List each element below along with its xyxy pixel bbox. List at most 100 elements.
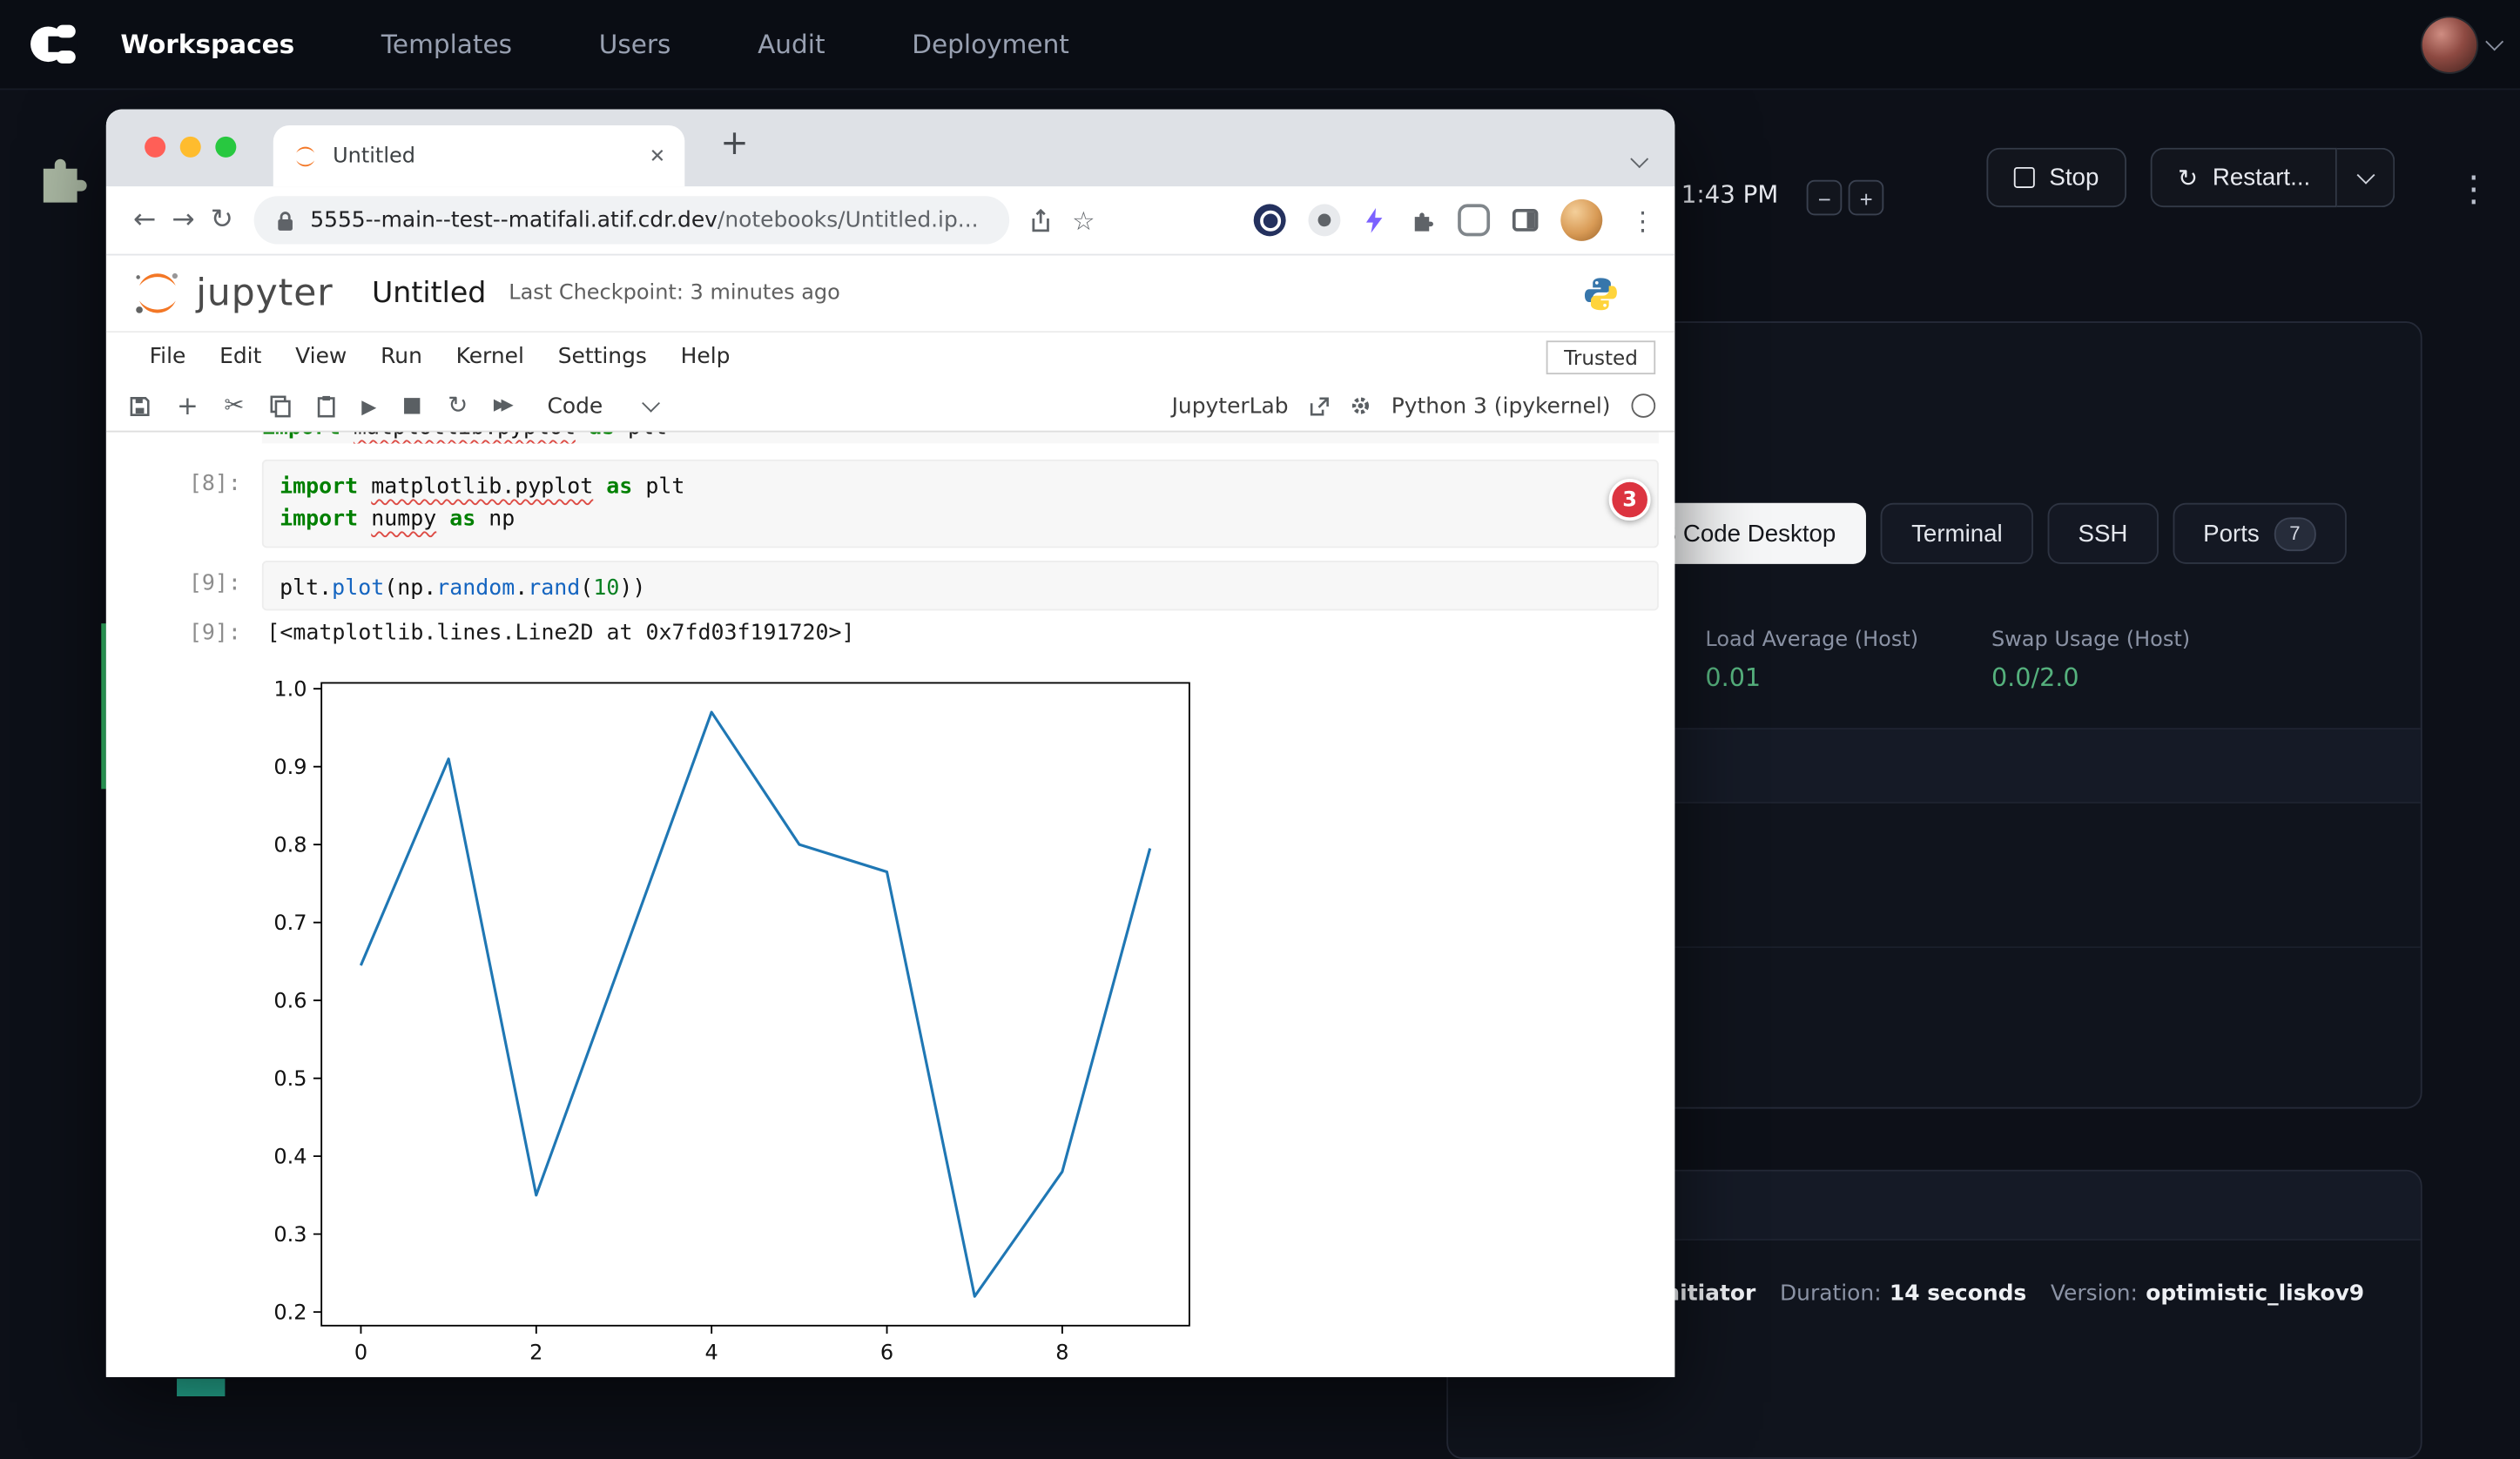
restart-options-button[interactable]: [2338, 148, 2395, 207]
browser-tab-strip: Untitled ✕ +: [106, 110, 1675, 187]
copy-cell-icon[interactable]: [270, 394, 291, 417]
menu-file[interactable]: File: [150, 344, 186, 370]
reload-button[interactable]: ↻: [203, 204, 241, 236]
workspace-header: 1:43 PM − + Stop ↻ Restart... ⋮: [1672, 148, 2498, 212]
code-cell-8[interactable]: import matplotlib.pyplot as pltimport nu…: [262, 460, 1659, 548]
lock-icon: [276, 210, 293, 231]
bolt-extension-icon[interactable]: [1363, 206, 1385, 233]
notification-badge[interactable]: 3: [1609, 479, 1651, 521]
cell-type-value: Code: [547, 393, 603, 419]
svg-text:0.3: 0.3: [273, 1222, 307, 1247]
menu-kernel[interactable]: Kernel: [456, 344, 524, 370]
coder-logo-icon[interactable]: [29, 23, 77, 66]
browser-tab[interactable]: Untitled ✕: [273, 125, 685, 186]
browser-menu-kebab[interactable]: ⋮: [1630, 205, 1656, 235]
menu-edit[interactable]: Edit: [219, 344, 261, 370]
nav-users[interactable]: Users: [599, 29, 671, 59]
extension-icon[interactable]: [1308, 204, 1340, 236]
jupyter-wordmark: jupyter: [196, 272, 333, 314]
browser-window: Untitled ✕ + ← → ↻ 5555--main--test--mat…: [106, 110, 1675, 1377]
workspace-actions: VS Code Desktop Terminal SSH Ports 7: [1614, 503, 2346, 564]
browser-profile-avatar[interactable]: [1560, 199, 1602, 241]
run-cell-icon[interactable]: ▶: [361, 396, 376, 415]
extension-icons: ⋮: [1254, 199, 1655, 241]
new-tab-button[interactable]: +: [711, 124, 758, 162]
minimize-window-button[interactable]: [180, 137, 201, 158]
python-logo: [1581, 274, 1620, 313]
extensions-puzzle-icon[interactable]: [1408, 206, 1435, 233]
restart-workspace-button[interactable]: ↻ Restart...: [2151, 148, 2338, 207]
swap-usage-metric: Swap Usage (Host) 0.0/2.0: [1991, 629, 2190, 693]
nav-templates[interactable]: Templates: [381, 29, 512, 59]
extension-icon-2[interactable]: [1458, 204, 1490, 236]
external-link-icon[interactable]: [1310, 396, 1329, 415]
kernel-name[interactable]: Python 3 (ipykernel): [1391, 393, 1611, 419]
notebook-area: import matplotlib.pyplot as plt [8]: imp…: [106, 433, 1675, 1377]
menu-help[interactable]: Help: [681, 344, 731, 370]
insert-cell-icon[interactable]: +: [177, 393, 199, 419]
code-cell-9[interactable]: plt.plot(np.random.rand(10)): [262, 561, 1659, 610]
paste-cell-icon[interactable]: [317, 394, 336, 417]
workspace-time: 1:43 PM: [1681, 180, 1779, 209]
menu-settings[interactable]: Settings: [558, 344, 647, 370]
svg-text:0.8: 0.8: [273, 832, 307, 857]
workspace-menu-kebab[interactable]: ⋮: [2456, 173, 2491, 209]
metric-label: Load Average (Host): [1705, 629, 1918, 653]
metric-label: Swap Usage (Host): [1991, 629, 2190, 653]
save-icon[interactable]: [129, 394, 152, 417]
nav-audit[interactable]: Audit: [758, 29, 825, 59]
terminal-button[interactable]: Terminal: [1881, 503, 2033, 564]
menu-view[interactable]: View: [295, 344, 347, 370]
svg-text:6: 6: [880, 1341, 893, 1365]
split-screen-icon[interactable]: [1513, 209, 1539, 232]
svg-text:2: 2: [529, 1341, 542, 1365]
back-button[interactable]: ←: [125, 204, 164, 236]
address-bar[interactable]: 5555--main--test--matifali.atif.cdr.dev/…: [254, 196, 1010, 244]
svg-text:0.2: 0.2: [273, 1300, 307, 1324]
svg-text:0.9: 0.9: [273, 755, 307, 779]
ports-label: Ports: [2203, 520, 2260, 547]
zoom-in-button[interactable]: +: [1849, 180, 1884, 216]
matplotlib-figure: 0.20.30.40.50.60.70.80.91.002468: [266, 673, 1250, 1376]
jupyterlab-link[interactable]: JupyterLab: [1172, 393, 1289, 419]
load-average-metric: Load Average (Host) 0.01: [1705, 629, 1918, 693]
notebook-title[interactable]: Untitled: [372, 276, 486, 310]
zoom-out-button[interactable]: −: [1807, 180, 1843, 216]
stop-workspace-button[interactable]: Stop: [1986, 148, 2126, 207]
duration-value: 14 seconds: [1890, 1281, 2026, 1307]
bookmark-star-icon[interactable]: ☆: [1072, 205, 1095, 235]
interrupt-kernel-icon[interactable]: ■: [402, 395, 422, 416]
nav-workspaces[interactable]: Workspaces: [120, 29, 294, 59]
tab-search-chevron-icon[interactable]: [1633, 141, 1646, 171]
share-icon[interactable]: [1030, 208, 1051, 232]
chevron-down-icon[interactable]: [2485, 33, 2503, 51]
ports-button[interactable]: Ports 7: [2173, 503, 2346, 564]
maximize-window-button[interactable]: [215, 137, 236, 158]
window-controls: [145, 137, 236, 158]
svg-text:0.4: 0.4: [273, 1144, 307, 1168]
menu-run[interactable]: Run: [381, 344, 422, 370]
cell-output-text: [<matplotlib.lines.Line2D at 0x7fd03f191…: [266, 620, 854, 646]
close-tab-icon[interactable]: ✕: [650, 145, 666, 167]
ssh-button[interactable]: SSH: [2047, 503, 2158, 564]
restart-run-all-icon[interactable]: ▶▶: [494, 398, 509, 413]
nav-deployment[interactable]: Deployment: [912, 29, 1069, 59]
puzzle-piece-icon[interactable]: [27, 146, 91, 211]
cut-cell-icon[interactable]: ✂: [224, 393, 244, 418]
svg-text:8: 8: [1055, 1341, 1068, 1365]
close-window-button[interactable]: [145, 137, 165, 158]
svg-text:4: 4: [705, 1341, 718, 1365]
main-nav: Workspaces Templates Users Audit Deploym…: [120, 29, 1068, 59]
onepassword-extension-icon[interactable]: [1254, 204, 1286, 236]
jupyter-logo: [131, 270, 183, 317]
user-avatar[interactable]: [2422, 17, 2477, 71]
screen: Workspaces Templates Users Audit Deploym…: [0, 0, 2520, 1396]
forward-button[interactable]: →: [164, 204, 202, 236]
version-value[interactable]: optimistic_liskov9: [2146, 1281, 2364, 1307]
tab-title: Untitled: [333, 144, 650, 168]
cell-type-select[interactable]: Code: [547, 393, 657, 419]
svg-text:0.7: 0.7: [273, 911, 307, 935]
restart-kernel-icon[interactable]: ↻: [448, 393, 468, 418]
trusted-button[interactable]: Trusted: [1546, 340, 1655, 373]
gear-icon[interactable]: [1350, 395, 1371, 416]
